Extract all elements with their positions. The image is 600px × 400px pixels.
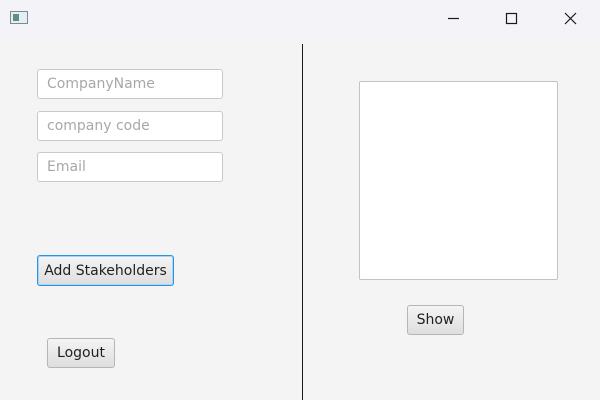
minimize-icon (448, 17, 459, 20)
email-field[interactable] (37, 152, 223, 182)
minimize-button[interactable] (425, 0, 483, 36)
logout-button[interactable]: Logout (47, 338, 115, 368)
stakeholders-list[interactable] (359, 81, 558, 280)
company-name-field[interactable] (37, 69, 223, 99)
close-button[interactable] (541, 0, 599, 36)
add-stakeholders-button[interactable]: Add Stakeholders (37, 255, 174, 286)
maximize-icon (505, 12, 518, 25)
title-bar[interactable] (0, 0, 600, 36)
application-window: Add Stakeholders Logout Show (0, 0, 600, 400)
show-button[interactable]: Show (407, 305, 464, 335)
app-window-icon (10, 11, 28, 24)
app-window-icon-inner (13, 14, 19, 21)
vertical-divider (302, 44, 303, 400)
maximize-button[interactable] (483, 0, 541, 36)
company-code-field[interactable] (37, 111, 223, 141)
close-icon (564, 12, 577, 25)
